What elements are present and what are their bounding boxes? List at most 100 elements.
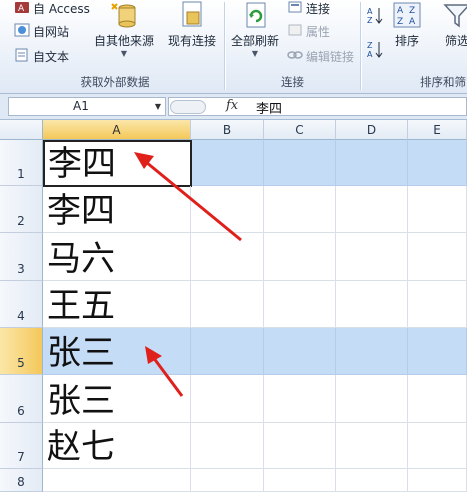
cell-a1[interactable]: 李四 [43, 140, 192, 187]
get-external-data-group-label: 获取外部数据 [80, 75, 150, 89]
cell-c4[interactable] [264, 281, 336, 328]
row-header-selected[interactable]: 5 [0, 328, 43, 375]
insert-function-icon[interactable]: fx [226, 98, 238, 113]
row-header[interactable]: 8 [0, 469, 43, 492]
cell-a7[interactable]: 赵七 [43, 423, 191, 469]
cell-c3[interactable] [264, 233, 336, 281]
access-icon: A [14, 0, 30, 17]
cell-a8[interactable] [43, 469, 191, 492]
cell-c5[interactable] [264, 328, 336, 375]
formula-input[interactable] [168, 97, 467, 116]
formula-value: 李四 [256, 102, 283, 117]
edit-links-button[interactable]: 编辑链接 [287, 46, 354, 67]
cell-e7[interactable] [408, 423, 467, 469]
cell-c1[interactable] [264, 140, 336, 186]
link-icon [287, 48, 303, 65]
cell-a4[interactable]: 王五 [43, 281, 191, 328]
select-all-corner[interactable] [0, 120, 43, 140]
from-other-sources-button[interactable]: 自其他来源 ▼ [94, 0, 154, 59]
formula-bar-resize-handle[interactable] [170, 100, 206, 114]
chevron-down-icon: ▼ [120, 49, 128, 58]
name-box-value: A1 [73, 99, 89, 113]
cell-c8[interactable] [264, 469, 336, 492]
from-text-button[interactable]: 自文本 [14, 46, 69, 67]
cell-a5[interactable]: 张三 [43, 328, 191, 375]
formula-bar: A1 ▼ fx 李四 [0, 94, 467, 120]
cell-b6[interactable] [191, 375, 264, 423]
cell-text: 张三 [47, 333, 115, 373]
connections-button[interactable]: 连接 [287, 0, 330, 19]
cell-a6[interactable]: 张三 [43, 375, 191, 423]
cell-d8[interactable] [336, 469, 408, 492]
connections-label: 连接 [306, 2, 331, 16]
properties-button[interactable]: 属性 [287, 21, 330, 42]
connections-icon [287, 0, 303, 17]
cell-e8[interactable] [408, 469, 467, 492]
column-header-e[interactable]: E [408, 120, 467, 140]
row-header[interactable]: 1 [0, 140, 43, 186]
chevron-down-icon: ▼ [251, 49, 259, 58]
cell-e1[interactable] [408, 140, 467, 186]
chevron-down-icon[interactable]: ▼ [155, 98, 161, 115]
svg-text:Z: Z [409, 6, 415, 16]
cell-a3[interactable]: 马六 [43, 233, 191, 281]
cell-d3[interactable] [336, 233, 408, 281]
column-header-b[interactable]: B [191, 120, 264, 140]
cell-b2[interactable] [191, 186, 264, 233]
properties-label: 属性 [306, 25, 331, 39]
sort-button[interactable]: AZZA 排序 [392, 0, 422, 49]
from-web-button[interactable]: 自网站 [14, 21, 69, 42]
sort-az-button[interactable]: AZ [366, 6, 384, 27]
database-icon [109, 0, 139, 30]
from-other-sources-label: 自其他来源 [94, 34, 155, 48]
cell-d4[interactable] [336, 281, 408, 328]
cell-b5[interactable] [191, 328, 264, 375]
cell-e2[interactable] [408, 186, 467, 233]
refresh-all-button[interactable]: 全部刷新 ▼ [231, 0, 279, 59]
row-header[interactable]: 3 [0, 233, 43, 281]
column-header-d[interactable]: D [336, 120, 408, 140]
from-access-button[interactable]: A 自 Access [14, 0, 90, 19]
cell-d1[interactable] [336, 140, 408, 186]
cell-b4[interactable] [191, 281, 264, 328]
cell-d6[interactable] [336, 375, 408, 423]
cell-a2[interactable]: 李四 [43, 186, 191, 233]
svg-text:Z: Z [367, 41, 373, 50]
filter-button[interactable]: 筛选 [442, 0, 467, 49]
cell-d7[interactable] [336, 423, 408, 469]
column-header-a[interactable]: A [43, 120, 191, 140]
row-header[interactable]: 4 [0, 281, 43, 328]
cell-text: 王五 [47, 286, 115, 326]
sort-label: 排序 [394, 34, 419, 48]
sort-filter-group-label: 排序和筛 [420, 75, 466, 89]
cell-b3[interactable] [191, 233, 264, 281]
cell-c7[interactable] [264, 423, 336, 469]
ribbon: A 自 Access 自网站 自文本 自其他来源 ▼ 现有连接 获取外部数据 全 [0, 0, 467, 94]
cell-b7[interactable] [191, 423, 264, 469]
cell-c6[interactable] [264, 375, 336, 423]
row-header[interactable]: 6 [0, 375, 43, 423]
row-header[interactable]: 2 [0, 186, 43, 233]
existing-connections-label: 现有连接 [168, 34, 217, 48]
svg-text:A: A [397, 6, 404, 16]
cell-c2[interactable] [264, 186, 336, 233]
cell-e6[interactable] [408, 375, 467, 423]
from-access-label: 自 Access [33, 2, 90, 16]
column-header-c[interactable]: C [264, 120, 336, 140]
cell-b1[interactable] [192, 140, 264, 186]
cell-e5[interactable] [408, 328, 467, 375]
cell-text: 李四 [48, 144, 116, 184]
svg-text:Z: Z [367, 16, 373, 25]
cell-d5[interactable] [336, 328, 408, 375]
cell-e4[interactable] [408, 281, 467, 328]
name-box[interactable]: A1 ▼ [8, 97, 166, 116]
cell-e3[interactable] [408, 233, 467, 281]
svg-text:A: A [18, 4, 25, 14]
svg-text:A: A [409, 17, 416, 27]
cell-b8[interactable] [191, 469, 264, 492]
sort-za-button[interactable]: ZA [366, 40, 384, 61]
from-text-label: 自文本 [33, 50, 70, 64]
existing-connections-button[interactable]: 现有连接 [168, 0, 216, 49]
row-header[interactable]: 7 [0, 423, 43, 469]
cell-d2[interactable] [336, 186, 408, 233]
